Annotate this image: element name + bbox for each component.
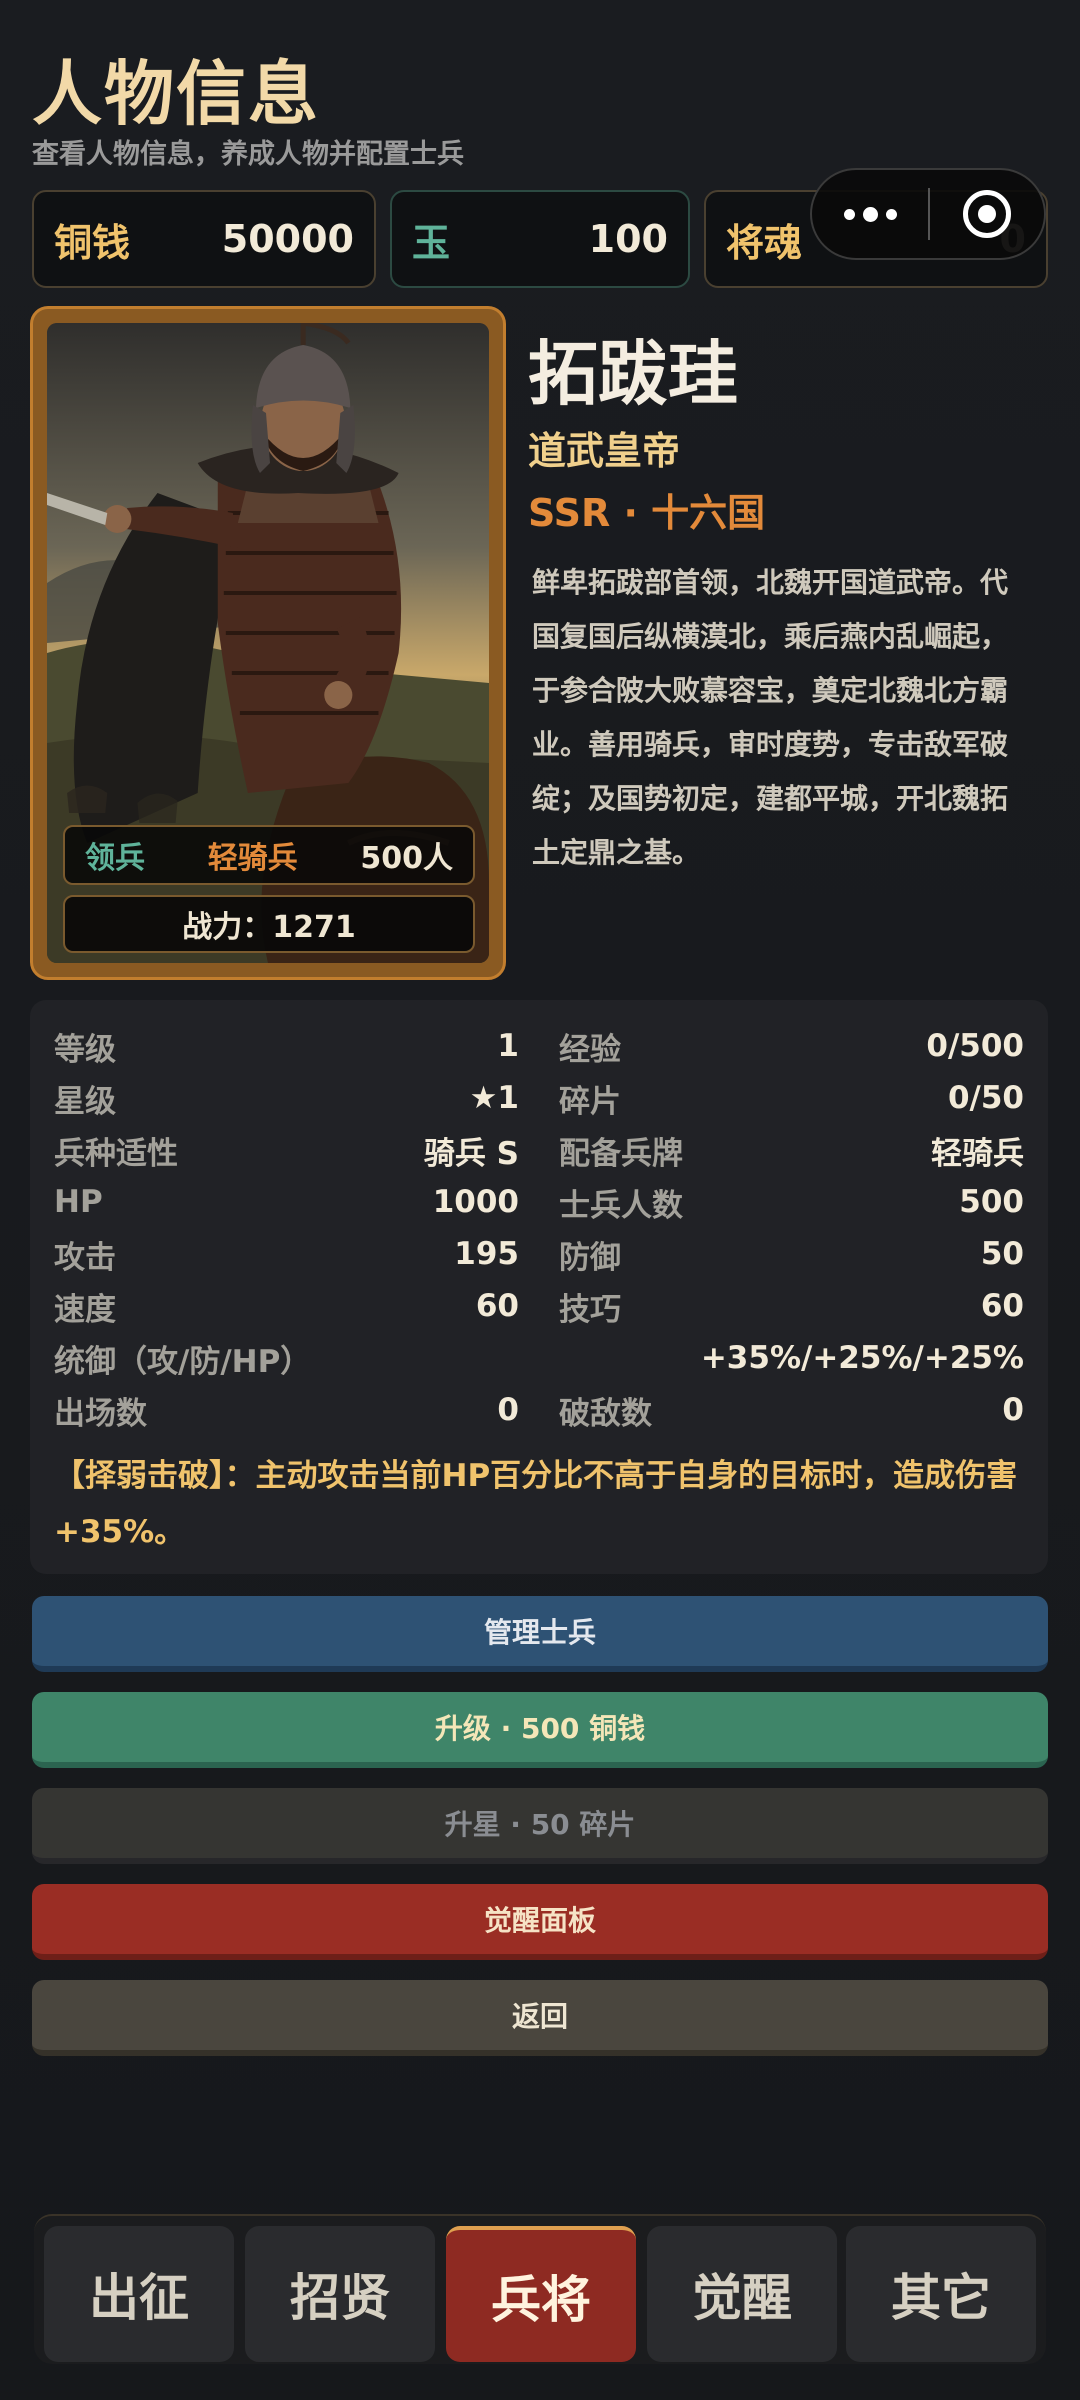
bottom-nav: 出征 招贤 兵将 觉醒 其它 (34, 2214, 1046, 2364)
stats-grid: 等级 1 经验 0/500 星级 ★1 碎片 0/50 兵种适性 骑兵 S 配备兵牌 轻骑兵… (54, 1020, 1024, 1332)
currency-copper-label: 铜钱 (54, 220, 131, 265)
stats-panel: 等级 1 经验 0/500 星级 ★1 碎片 0/50 兵种适性 骑兵 S 配备兵牌 轻骑兵… (30, 1000, 1048, 1574)
more-dot-icon (885, 208, 897, 220)
stat-kills: 破敌数 0 (559, 1392, 1024, 1432)
target-icon (963, 190, 1011, 238)
stat-troop-aptitude: 兵种适性 骑兵 S (54, 1135, 519, 1172)
stat-hp: HP 1000 (54, 1184, 519, 1220)
troop-count: 500人 (360, 841, 453, 876)
back-button[interactable]: 返回 (32, 1980, 1048, 2056)
stats-grid-battle: 出场数 0 破敌数 0 (54, 1384, 1024, 1436)
stat-troop-card: 配备兵牌 轻骑兵 (559, 1135, 1024, 1172)
nav-generals[interactable]: 兵将 (446, 2226, 636, 2362)
currency-jade: 玉 100 (390, 190, 690, 288)
stat-soldier-count: 士兵人数 500 (559, 1184, 1024, 1224)
currency-jade-label: 玉 (412, 220, 451, 265)
upgrade-button[interactable]: 升级 · 500 铜钱 (32, 1692, 1048, 1768)
hero-info-page: 人物信息 查看人物信息，养成人物并配置士兵 铜钱 50000 玉 100 将魂 … (0, 0, 1080, 2400)
hero-portrait: 领兵 轻骑兵 500人 战力：1271 (47, 323, 489, 963)
stat-command: 统御（攻/防/HP） +35%/+25%/+25% (54, 1340, 1024, 1380)
stat-defense: 防御 50 (559, 1236, 1024, 1276)
hero-name: 拓跋珪 (528, 333, 738, 415)
page-title: 人物信息 (32, 53, 320, 135)
close-miniprogram-button[interactable] (930, 190, 1044, 238)
stat-exp: 经验 0/500 (559, 1028, 1024, 1068)
page-subtitle: 查看人物信息，养成人物并配置士兵 (32, 139, 464, 170)
more-dot-icon (843, 208, 855, 220)
star-up-button[interactable]: 升星 · 50 碎片 (32, 1788, 1048, 1864)
miniprogram-capsule (810, 168, 1046, 260)
hero-portrait-card[interactable]: 领兵 轻骑兵 500人 战力：1271 (30, 306, 506, 980)
currency-soul-label: 将魂 (726, 220, 803, 265)
hero-rank: SSR · 十六国 (528, 491, 766, 535)
currency-copper-value: 50000 (221, 217, 354, 261)
stat-star: 星级 ★1 (54, 1080, 519, 1120)
stat-battles: 出场数 0 (54, 1392, 519, 1432)
hero-description: 鲜卑拓跋部首领，北魏开国道武帝。代国复国后纵横漠北，乘后燕内乱崛起，于参合陂大败… (532, 566, 1009, 869)
more-dot-icon (862, 206, 878, 222)
stat-level: 等级 1 (54, 1028, 519, 1068)
currency-jade-value: 100 (588, 217, 668, 261)
skill-description: 【择弱击破】：主动攻击当前HP百分比不高于自身的目标时，造成伤害+35%。 (54, 1458, 1018, 1550)
stat-speed: 速度 60 (54, 1288, 519, 1328)
troop-lead-label: 领兵 (85, 841, 145, 876)
currency-copper: 铜钱 50000 (32, 190, 376, 288)
manage-soldiers-button[interactable]: 管理士兵 (32, 1596, 1048, 1672)
nav-other[interactable]: 其它 (846, 2226, 1036, 2362)
more-menu-button[interactable] (812, 170, 928, 258)
stat-attack: 攻击 195 (54, 1236, 519, 1276)
troop-type: 轻骑兵 (207, 841, 298, 876)
awaken-panel-button[interactable]: 觉醒面板 (32, 1884, 1048, 1960)
nav-awaken[interactable]: 觉醒 (647, 2226, 837, 2362)
hero-title: 道武皇帝 (528, 429, 681, 473)
stat-fragments: 碎片 0/50 (559, 1080, 1024, 1120)
combat-power: 战力：1271 (63, 895, 475, 953)
stat-skill: 技巧 60 (559, 1288, 1024, 1328)
nav-recruit[interactable]: 招贤 (245, 2226, 435, 2362)
nav-expedition[interactable]: 出征 (44, 2226, 234, 2362)
troop-info-box: 领兵 轻骑兵 500人 (63, 825, 475, 885)
